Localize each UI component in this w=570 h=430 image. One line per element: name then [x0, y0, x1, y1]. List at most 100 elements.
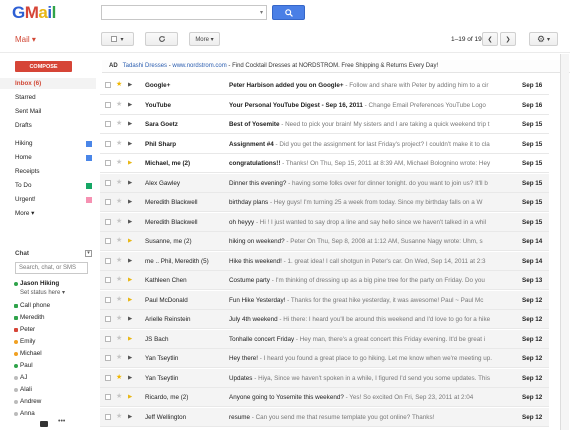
ad-url[interactable]: www.nordstrom.com: [172, 63, 226, 69]
row-checkbox[interactable]: [105, 355, 111, 361]
star-icon[interactable]: ★: [116, 314, 122, 324]
email-row[interactable]: ★ ▶ YouTube Your Personal YouTube Digest - …: [100, 96, 549, 115]
star-icon[interactable]: ★: [116, 275, 122, 285]
mail-dropdown[interactable]: Mail ▾: [15, 35, 36, 44]
chat-self-name[interactable]: Jason Hiking: [20, 280, 59, 287]
star-icon[interactable]: ★: [116, 178, 122, 188]
importance-marker-icon[interactable]: ▶: [128, 374, 132, 383]
older-button[interactable]: ❯: [500, 32, 516, 46]
sidebar-item-starred[interactable]: Starred: [15, 94, 36, 101]
email-row[interactable]: ★ ▶ JS Bach Tonhalle concert Friday - Hey m…: [100, 329, 549, 349]
chat-bubble-icon[interactable]: [40, 421, 48, 427]
row-checkbox[interactable]: [105, 140, 111, 147]
star-icon[interactable]: ★: [116, 80, 122, 90]
row-checkbox[interactable]: [105, 199, 111, 205]
row-checkbox[interactable]: [105, 82, 111, 88]
row-checkbox[interactable]: [105, 238, 111, 244]
chat-status-selector[interactable]: Set status here ▾: [20, 289, 65, 296]
row-checkbox[interactable]: [105, 296, 111, 303]
email-row[interactable]: ★ ▶ Google+ Peter Harbison added you on Goo…: [100, 76, 549, 95]
importance-marker-icon[interactable]: ▶: [128, 276, 132, 285]
email-row[interactable]: ★ ▶ Ricardo, me (2) Anyone going to Yosemit…: [100, 388, 549, 407]
row-checkbox[interactable]: [105, 316, 111, 322]
sidebar-item-home[interactable]: Home: [15, 154, 32, 161]
star-icon[interactable]: ★: [116, 412, 122, 422]
star-icon[interactable]: ★: [116, 158, 122, 168]
more-options-icon[interactable]: •••: [58, 418, 65, 425]
search-options-icon[interactable]: ▾: [260, 9, 263, 16]
importance-marker-icon[interactable]: ▶: [128, 296, 132, 305]
email-row[interactable]: ★ ▶ me .. Phil, Meredith (5) Hike this week…: [100, 251, 549, 271]
row-checkbox[interactable]: [105, 394, 111, 400]
star-icon[interactable]: ★: [116, 139, 122, 149]
email-row[interactable]: ★ ▶ Meredith Blackwell birthday plans - Hey…: [100, 193, 549, 212]
importance-marker-icon[interactable]: ▶: [128, 218, 132, 227]
chat-contact-meredith[interactable]: Meredith: [20, 314, 45, 321]
sidebar-item-hiking[interactable]: Hiking: [15, 140, 33, 147]
chat-contact-peter[interactable]: Peter: [20, 326, 35, 333]
label-color-hiking[interactable]: [86, 141, 92, 147]
importance-marker-icon[interactable]: ▶: [128, 237, 132, 246]
compose-button[interactable]: COMPOSE: [15, 61, 72, 72]
gmail-logo[interactable]: GMail: [12, 3, 56, 23]
label-color-home[interactable]: [86, 155, 92, 161]
star-icon[interactable]: ★: [116, 353, 122, 363]
importance-marker-icon[interactable]: ▶: [128, 257, 132, 266]
importance-marker-icon[interactable]: ▶: [128, 393, 132, 402]
row-checkbox[interactable]: [105, 179, 111, 186]
email-row[interactable]: ★ ▶ Yan Tseytlin Updates - Hiya, Since we h…: [100, 368, 549, 388]
sidebar-item-todo[interactable]: To Do: [15, 182, 31, 189]
importance-marker-icon[interactable]: ▶: [128, 354, 132, 363]
label-color-urgent[interactable]: [86, 197, 92, 203]
email-row[interactable]: ★ ▶ Paul McDonald Fun Hike Yesterday! - Tha…: [100, 290, 549, 310]
importance-marker-icon[interactable]: ▶: [128, 179, 132, 188]
email-row[interactable]: ★ ▶ Arielle Reinstein July 4th weekend - Hi…: [100, 310, 549, 329]
ad-banner[interactable]: AD Tadashi Dresses - www.nordstrom.com - …: [102, 60, 570, 73]
email-row[interactable]: ★ ▶ Kathleen Chen Costume party - I'm think…: [100, 271, 549, 290]
chat-contact-aj[interactable]: AJ: [20, 374, 27, 381]
row-checkbox[interactable]: [105, 218, 111, 225]
search-button[interactable]: [272, 5, 305, 20]
select-dropdown[interactable]: ▾: [101, 32, 134, 46]
row-checkbox[interactable]: [105, 277, 111, 283]
scrollbar[interactable]: [560, 54, 569, 430]
ad-advertiser[interactable]: Tadashi Dresses: [123, 63, 167, 69]
star-icon[interactable]: ★: [116, 197, 122, 207]
importance-marker-icon[interactable]: ▶: [128, 120, 132, 129]
importance-marker-icon[interactable]: ▶: [128, 335, 132, 344]
importance-marker-icon[interactable]: ▶: [128, 81, 132, 90]
star-icon[interactable]: ★: [116, 334, 122, 344]
email-row[interactable]: ★ ▶ Yan Tseytlin Hey there! - I heard you f…: [100, 349, 549, 368]
newer-button[interactable]: ❮: [482, 32, 498, 46]
settings-button[interactable]: ⚙ ▾: [529, 32, 558, 46]
row-checkbox[interactable]: [105, 160, 111, 166]
chat-contact-call-phone[interactable]: Call phone: [20, 302, 50, 309]
sidebar-item-drafts[interactable]: Drafts: [15, 122, 32, 129]
row-checkbox[interactable]: [105, 335, 111, 342]
sidebar-item-receipts[interactable]: Receipts: [15, 168, 40, 175]
email-row[interactable]: ★ ▶ Sara Goetz Best of Yosemite - Need to p…: [100, 115, 549, 134]
chat-contact-emily[interactable]: Emily: [20, 338, 35, 345]
star-icon[interactable]: ★: [116, 217, 122, 227]
importance-marker-icon[interactable]: ▶: [128, 159, 132, 168]
more-button[interactable]: More ▾: [189, 32, 220, 46]
email-row[interactable]: ★ ▶ Michael, me (2) congratulations!! - Tha…: [100, 154, 549, 173]
email-row[interactable]: ★ ▶ Meredith Blackwell oh heyyy - Hi ! I ju…: [100, 212, 549, 232]
star-icon[interactable]: ★: [116, 373, 122, 383]
importance-marker-icon[interactable]: ▶: [128, 315, 132, 324]
sidebar-item-urgent[interactable]: Urgent!: [15, 196, 36, 203]
row-checkbox[interactable]: [105, 374, 111, 381]
email-row[interactable]: ★ ▶ Jeff Wellington resume - Can you send m…: [100, 407, 549, 427]
sidebar-item-inbox[interactable]: Inbox (6): [15, 80, 41, 87]
star-icon[interactable]: ★: [116, 256, 122, 266]
sidebar-item-sent[interactable]: Sent Mail: [15, 108, 41, 115]
chat-contact-andrew[interactable]: Andrew: [20, 398, 41, 405]
chat-contact-anna[interactable]: Anna: [20, 410, 35, 417]
row-checkbox[interactable]: [105, 413, 111, 420]
chat-contact-michael[interactable]: Michael: [20, 350, 42, 357]
importance-marker-icon[interactable]: ▶: [128, 198, 132, 207]
email-row[interactable]: ★ ▶ Susanne, me (2) hiking on weekend? - Pe…: [100, 232, 549, 251]
star-icon[interactable]: ★: [116, 100, 122, 110]
chat-contact-alali[interactable]: Alali: [20, 386, 32, 393]
row-checkbox[interactable]: [105, 121, 111, 127]
